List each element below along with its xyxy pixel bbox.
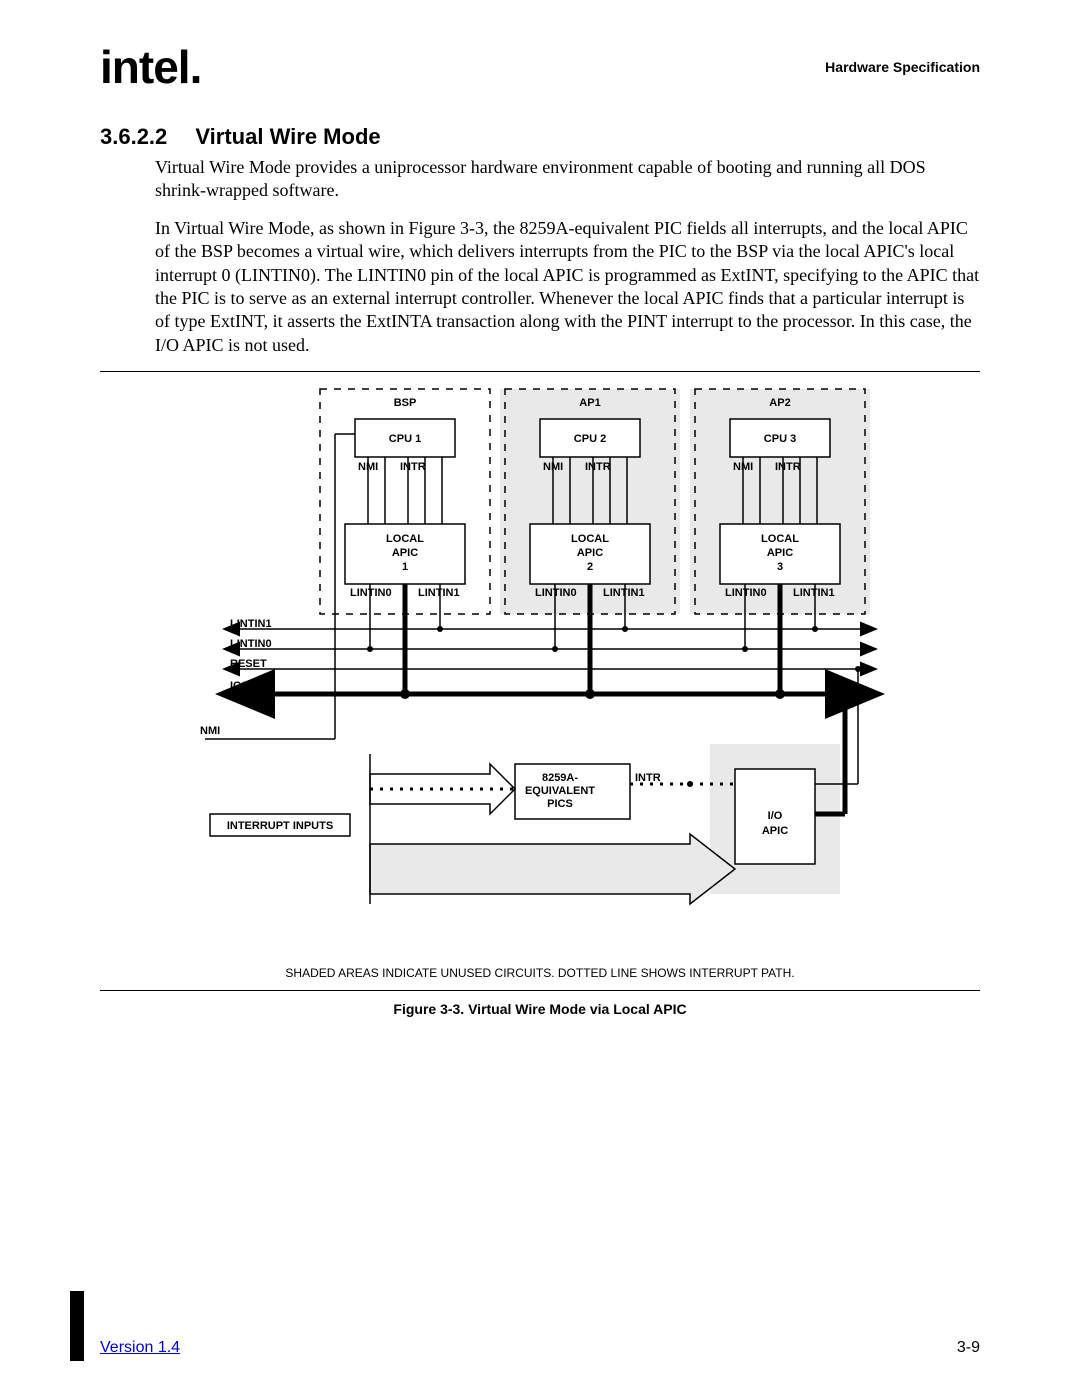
svg-text:3: 3 bbox=[777, 561, 783, 573]
svg-text:8259A-: 8259A- bbox=[542, 772, 578, 784]
change-bar bbox=[70, 1291, 84, 1361]
svg-text:LOCAL: LOCAL bbox=[761, 533, 799, 545]
svg-text:CPU 3: CPU 3 bbox=[764, 433, 796, 445]
svg-text:LINTIN0: LINTIN0 bbox=[725, 587, 767, 599]
section-heading: 3.6.2.2 Virtual Wire Mode bbox=[100, 124, 980, 150]
body-paragraph: In Virtual Wire Mode, as shown in Figure… bbox=[155, 217, 980, 357]
svg-text:NMI: NMI bbox=[200, 725, 220, 737]
svg-text:LINTIN1: LINTIN1 bbox=[603, 587, 645, 599]
figure-note: SHADED AREAS INDICATE UNUSED CIRCUITS. D… bbox=[100, 966, 980, 980]
svg-text:LOCAL: LOCAL bbox=[386, 533, 424, 545]
logo-text: intel bbox=[100, 41, 190, 93]
svg-text:APIC: APIC bbox=[577, 547, 603, 559]
version-link[interactable]: Version 1.4 bbox=[100, 1339, 180, 1357]
svg-text:LINTIN1: LINTIN1 bbox=[793, 587, 835, 599]
cpu-label: CPU 1 bbox=[389, 433, 421, 445]
svg-text:LINTIN0: LINTIN0 bbox=[350, 587, 392, 599]
body-paragraph: Virtual Wire Mode provides a uniprocesso… bbox=[155, 156, 980, 203]
svg-text:INTERRUPT INPUTS: INTERRUPT INPUTS bbox=[227, 820, 333, 832]
svg-text:LINTIN1: LINTIN1 bbox=[418, 587, 460, 599]
page: intel. Hardware Specification 3.6.2.2 Vi… bbox=[0, 0, 1080, 1397]
svg-text:INTR: INTR bbox=[585, 461, 611, 473]
intel-logo: intel. bbox=[100, 40, 201, 94]
svg-text:CPU 2: CPU 2 bbox=[574, 433, 606, 445]
svg-text:APIC: APIC bbox=[762, 825, 788, 837]
svg-text:LINTIN0: LINTIN0 bbox=[535, 587, 577, 599]
spec-title: Hardware Specification bbox=[825, 59, 980, 75]
svg-text:APIC: APIC bbox=[767, 547, 793, 559]
svg-text:LOCAL: LOCAL bbox=[571, 533, 609, 545]
section-title: Virtual Wire Mode bbox=[195, 124, 380, 149]
svg-text:RESET: RESET bbox=[230, 658, 267, 670]
svg-text:AP2: AP2 bbox=[769, 397, 790, 409]
svg-text:AP1: AP1 bbox=[579, 397, 600, 409]
svg-text:LINTIN0: LINTIN0 bbox=[230, 638, 272, 650]
svg-text:INTR: INTR bbox=[635, 772, 661, 784]
page-footer: Version 1.4 3-9 bbox=[100, 1339, 980, 1357]
figure-caption: Figure 3-3. Virtual Wire Mode via Local … bbox=[100, 1001, 980, 1017]
section-number: 3.6.2.2 bbox=[100, 124, 167, 149]
logo-dot: . bbox=[190, 41, 202, 93]
svg-text:ICC BUS: ICC BUS bbox=[230, 680, 275, 692]
svg-text:PICS: PICS bbox=[547, 798, 573, 810]
svg-text:1: 1 bbox=[402, 561, 408, 573]
cpu-role: BSP bbox=[394, 397, 417, 409]
figure-3-3: BSP CPU 1 NMI INTR LOCAL APIC 1 LINTIN0 … bbox=[100, 371, 980, 991]
svg-text:EQUIVALENT: EQUIVALENT bbox=[525, 785, 595, 797]
diagram: BSP CPU 1 NMI INTR LOCAL APIC 1 LINTIN0 … bbox=[190, 384, 890, 944]
svg-text:INTR: INTR bbox=[400, 461, 426, 473]
page-header: intel. Hardware Specification bbox=[100, 40, 980, 94]
svg-text:INTR: INTR bbox=[775, 461, 801, 473]
svg-text:APIC: APIC bbox=[392, 547, 418, 559]
svg-text:LINTIN1: LINTIN1 bbox=[230, 618, 272, 630]
svg-text:I/O: I/O bbox=[768, 810, 783, 822]
svg-text:2: 2 bbox=[587, 561, 593, 573]
page-number: 3-9 bbox=[957, 1339, 980, 1357]
